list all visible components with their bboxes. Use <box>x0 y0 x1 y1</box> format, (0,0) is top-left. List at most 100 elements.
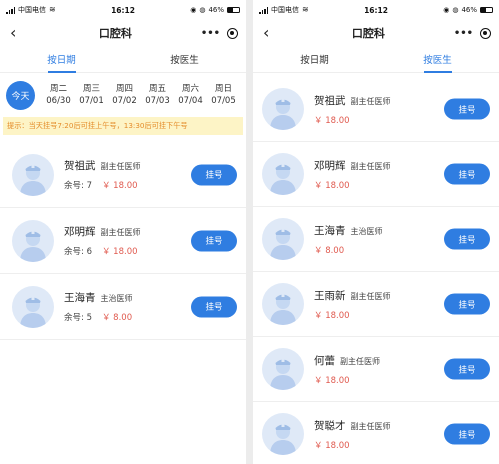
mini-program-capsule: ••• <box>454 27 491 39</box>
doctor-name: 邓明辉 <box>314 159 346 172</box>
book-button[interactable]: 挂号 <box>444 163 490 185</box>
chevron-left-icon[interactable]: ‹ <box>263 25 283 41</box>
doctor-card: 王海青 主治医师 ￥ 8.00 挂号 <box>253 207 499 272</box>
doctor-name: 贺聪才 <box>314 419 346 432</box>
doctor-name: 王海青 <box>64 292 96 304</box>
doctor-info: 贺祖武 副主任医师 ￥ 18.00 <box>314 93 391 126</box>
price: ￥ 8.00 <box>314 245 345 256</box>
status-bar: 中国电信 ≋ 16:12 ◉ ◍ 46% <box>253 0 499 20</box>
doctor-name: 王海青 <box>314 224 346 237</box>
name-row: 王雨新 副主任医师 <box>314 288 391 303</box>
doctor-title: 副主任医师 <box>340 356 380 366</box>
nav-bar: ‹ 口腔科 ••• <box>0 20 246 46</box>
page-title: 口腔科 <box>351 27 385 40</box>
doctor-title: 副主任医师 <box>350 421 391 431</box>
doctor-card: 贺聪才 副主任医师 ￥ 18.00 挂号 <box>253 402 499 464</box>
battery-icon <box>480 7 493 13</box>
book-button[interactable]: 挂号 <box>444 358 490 380</box>
signal-icon <box>6 6 15 14</box>
doctor-avatar-icon <box>262 153 304 195</box>
book-button[interactable]: 挂号 <box>444 228 490 250</box>
day-weekday: 周四 <box>115 84 133 94</box>
day-weekday: 周六 <box>181 84 199 94</box>
tab-by-date[interactable]: 按日期 <box>253 46 376 72</box>
status-right: ◉ ◍ 46% <box>423 6 493 14</box>
carrier-label: 中国电信 <box>271 6 299 14</box>
today-chip[interactable]: 今天 <box>6 80 35 110</box>
book-button[interactable]: 挂号 <box>444 98 490 120</box>
doctor-title: 副主任医师 <box>350 161 391 171</box>
tab-bar: 按日期 按医生 <box>0 46 246 73</box>
alarm-icon: ◍ <box>452 6 459 14</box>
wifi-icon: ≋ <box>49 5 56 14</box>
notice-banner: 提示：当天挂号7:20后可挂上午号，13:30后可挂下午号 <box>3 117 243 135</box>
status-bar: 中国电信 ≋ 16:12 ◉ ◍ 46% <box>0 0 246 20</box>
day-item[interactable]: 周日 07/05 <box>207 83 240 107</box>
name-row: 贺聪才 副主任医师 <box>314 418 391 433</box>
doctor-name: 邓明辉 <box>64 226 96 238</box>
price: ￥ 8.00 <box>101 313 133 323</box>
name-row: 贺祖武 副主任医师 <box>314 93 391 108</box>
day-weekday: 周三 <box>82 84 100 94</box>
tab-by-doctor[interactable]: 按医生 <box>123 46 246 72</box>
target-icon[interactable] <box>227 27 238 39</box>
name-row: 邓明辉 副主任医师 <box>314 158 391 173</box>
doctor-info: 王海青 主治医师 ￥ 8.00 <box>314 223 383 256</box>
day-date: 07/01 <box>79 96 104 106</box>
page-title: 口腔科 <box>98 27 132 40</box>
day-weekday: 周五 <box>148 84 166 94</box>
doctor-card: 王海青 主治医师 余号: 5 ￥ 8.00 挂号 <box>0 274 246 340</box>
doctor-avatar-icon <box>262 283 304 325</box>
target-icon[interactable] <box>480 27 491 39</box>
day-weekday: 周日 <box>214 84 232 94</box>
tab-by-doctor[interactable]: 按医生 <box>376 46 499 72</box>
doctor-list: 贺祖武 副主任医师 ￥ 18.00 挂号 邓明辉 副主任医师 ￥ 18.00 挂号 王海青 主治医… <box>253 73 499 464</box>
chevron-left-icon[interactable]: ‹ <box>10 25 30 41</box>
more-dots-icon[interactable]: ••• <box>201 28 220 39</box>
phone-screen-by-doctor: 中国电信 ≋ 16:12 ◉ ◍ 46% ‹ 口腔科 ••• 按日期 按医生 贺… <box>253 0 499 464</box>
meta-row: 余号: 6 ￥ 18.00 <box>64 245 141 257</box>
name-row: 何蕾 副主任医师 <box>314 353 380 368</box>
doctor-name: 何蕾 <box>314 354 335 367</box>
alarm-icon: ◍ <box>199 6 206 14</box>
day-date: 07/04 <box>178 96 203 106</box>
doctor-avatar-icon <box>262 218 304 260</box>
doctor-card: 王雨新 副主任医师 ￥ 18.00 挂号 <box>253 272 499 337</box>
carrier-label: 中国电信 <box>18 6 46 14</box>
name-row: 贺祖武 副主任医师 <box>64 158 141 173</box>
date-selector: 今天 周二 06/30 周三 07/01 周四 07/02 周五 07/03 周六 07/04 周日… <box>0 77 246 113</box>
doctor-card: 贺祖武 副主任医师 ￥ 18.00 挂号 <box>253 77 499 142</box>
book-button[interactable]: 挂号 <box>191 296 237 317</box>
doctor-info: 王雨新 副主任医师 ￥ 18.00 <box>314 288 391 321</box>
book-button[interactable]: 挂号 <box>191 164 237 185</box>
nav-bar: ‹ 口腔科 ••• <box>253 20 499 46</box>
day-item[interactable]: 周五 07/03 <box>141 83 174 107</box>
phone-screen-by-date: 中国电信 ≋ 16:12 ◉ ◍ 46% ‹ 口腔科 ••• 按日期 按医生 今… <box>0 0 246 464</box>
doctor-info: 邓明辉 副主任医师余号: 6 ￥ 18.00 <box>64 224 141 257</box>
doctor-card: 何蕾 副主任医师 ￥ 18.00 挂号 <box>253 337 499 402</box>
day-item[interactable]: 周六 07/04 <box>174 83 207 107</box>
status-right: ◉ ◍ 46% <box>170 6 240 14</box>
doctor-title: 副主任医师 <box>350 96 391 106</box>
book-button[interactable]: 挂号 <box>444 423 490 445</box>
battery-icon <box>227 7 240 13</box>
remaining-count: 余号: 7 <box>64 181 92 191</box>
day-item[interactable]: 周二 06/30 <box>42 83 75 107</box>
more-dots-icon[interactable]: ••• <box>454 28 473 39</box>
battery-percent: 46% <box>208 6 224 14</box>
day-item[interactable]: 周三 07/01 <box>75 83 108 107</box>
day-date: 07/03 <box>145 96 170 106</box>
book-button[interactable]: 挂号 <box>444 293 490 315</box>
doctor-title: 副主任医师 <box>100 228 141 237</box>
price: ￥ 18.00 <box>314 375 350 386</box>
day-weekday: 周二 <box>49 84 67 94</box>
doctor-title: 主治医师 <box>100 294 133 303</box>
day-item[interactable]: 周四 07/02 <box>108 83 141 107</box>
tab-by-date[interactable]: 按日期 <box>0 46 123 72</box>
doctor-title: 主治医师 <box>350 226 383 236</box>
price: ￥ 18.00 <box>314 440 350 451</box>
doctor-avatar-icon <box>12 285 54 328</box>
doctor-avatar-icon <box>262 348 304 390</box>
book-button[interactable]: 挂号 <box>191 230 237 251</box>
doctor-avatar-icon <box>262 88 304 130</box>
